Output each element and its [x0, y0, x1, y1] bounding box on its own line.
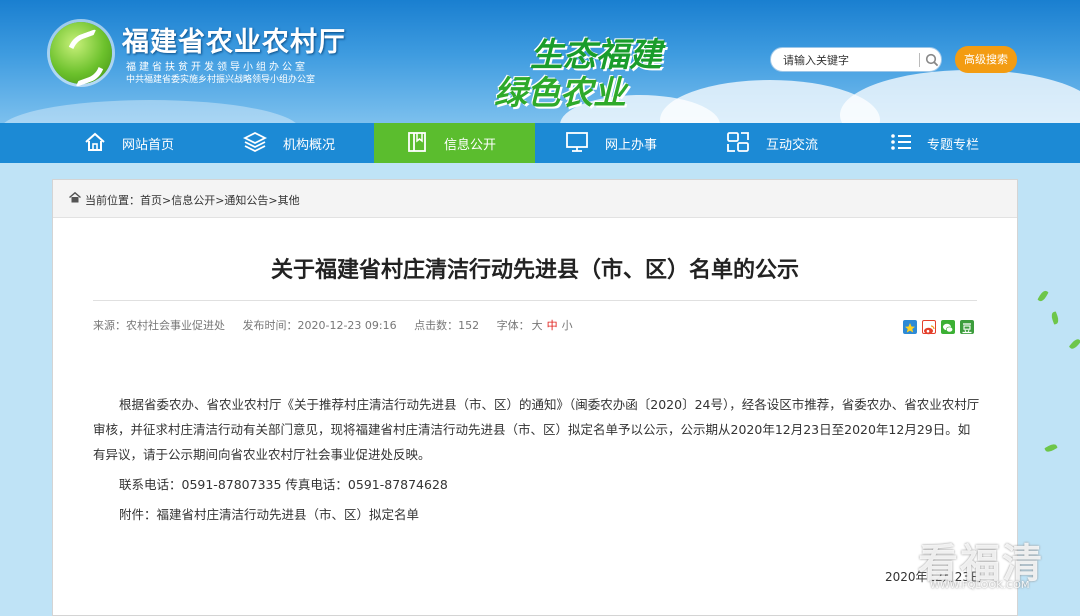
advanced-search-button[interactable]: 高级搜索 [955, 46, 1017, 73]
leaf-decoration [1044, 442, 1058, 454]
nav-label: 网站首页 [122, 138, 175, 153]
chat-icon [726, 131, 750, 157]
breadcrumb-text[interactable]: 当前位置：首页>信息公开>通知公告>其他 [85, 192, 300, 208]
nav-item-about[interactable]: 机构概况 [213, 123, 374, 163]
main-nav: 网站首页 机构概况 信息公开 网上办事 互动交流 专题专栏 [0, 123, 1080, 163]
search-divider [919, 53, 920, 67]
article-hits: 点击数：152 [414, 319, 480, 332]
article-card: 当前位置：首页>信息公开>通知公告>其他 关于福建省村庄清洁行动先进县（市、区）… [52, 179, 1018, 616]
site-subtitle-1: 福建省扶贫开发领导小组办公室 [126, 62, 308, 73]
nav-item-home[interactable]: 网站首页 [52, 123, 213, 163]
search-icon[interactable] [925, 52, 939, 71]
nav-label: 机构概况 [283, 138, 336, 153]
home-icon [84, 131, 106, 157]
article-title: 关于福建省村庄清洁行动先进县（市、区）名单的公示 [270, 258, 799, 283]
qzone-icon[interactable] [903, 320, 917, 334]
nav-item-interaction[interactable]: 互动交流 [696, 123, 857, 163]
font-medium-button[interactable]: 中 [547, 319, 558, 332]
article-paragraph: 根据省委农办、省农业农村厅《关于推荐村庄清洁行动先进县（市、区）的通知》（闽委农… [93, 397, 980, 462]
font-size-label: 字体： [496, 319, 530, 332]
site-subtitle-2: 中共福建省委实施乡村振兴战略领导小组办公室 [126, 75, 316, 85]
weibo-icon[interactable] [922, 320, 936, 335]
leaf-decoration [1037, 289, 1049, 303]
home-icon [69, 191, 81, 206]
site-title[interactable]: 福建省农业农村厅 [122, 20, 346, 59]
ministry-logo[interactable] [50, 22, 114, 88]
leaf-decoration [1068, 337, 1080, 351]
title-divider [93, 300, 977, 301]
article-body: 根据省委农办、省农业农村厅《关于推荐村庄清洁行动先进县（市、区）的通知》（闽委农… [93, 392, 981, 532]
attachment-link[interactable]: 附件：福建省村庄清洁行动先进县（市、区）拟定名单 [93, 502, 981, 527]
cloud-decoration [840, 70, 1080, 123]
nav-item-services[interactable]: 网上办事 [535, 123, 696, 163]
watermark-url: WWW.FQLOOK.COM [930, 580, 1030, 591]
nav-label: 信息公开 [444, 138, 497, 153]
article-meta: 来源：农村社会事业促进处 发布时间：2020-12-23 09:16 点击数：1… [93, 317, 575, 333]
font-size-switcher: 字体：大中小 [497, 319, 575, 332]
contact-info: 联系电话：0591-87807335 传真电话：0591-87874628 [119, 477, 448, 492]
monitor-icon [565, 131, 589, 157]
font-small-button[interactable]: 小 [562, 319, 573, 332]
font-large-button[interactable]: 大 [532, 319, 543, 332]
douban-icon[interactable] [960, 320, 974, 334]
article-publish-time: 发布时间：2020-12-23 09:16 [242, 319, 397, 332]
nav-label: 互动交流 [766, 138, 819, 153]
site-header: 福建省农业农村厅 福建省扶贫开发领导小组办公室 中共福建省委实施乡村振兴战略领导… [0, 0, 1080, 123]
nav-item-info[interactable]: 信息公开 [374, 123, 535, 163]
search-box [770, 47, 942, 72]
nav-item-topics[interactable]: 专题专栏 [857, 123, 1018, 163]
cloud-decoration [0, 100, 300, 123]
article-source: 来源：农村社会事业促进处 [93, 319, 225, 332]
search-input[interactable] [781, 51, 915, 70]
book-icon [406, 131, 428, 157]
breadcrumb: 当前位置：首页>信息公开>通知公告>其他 [53, 180, 1017, 218]
wechat-icon[interactable] [941, 320, 955, 334]
nav-label: 专题专栏 [927, 138, 980, 153]
leaf-decoration [1050, 311, 1060, 325]
slogan-line-2: 绿色农业 [494, 73, 626, 112]
layers-icon [242, 131, 268, 157]
list-icon [889, 131, 913, 157]
nav-label: 网上办事 [605, 138, 658, 153]
